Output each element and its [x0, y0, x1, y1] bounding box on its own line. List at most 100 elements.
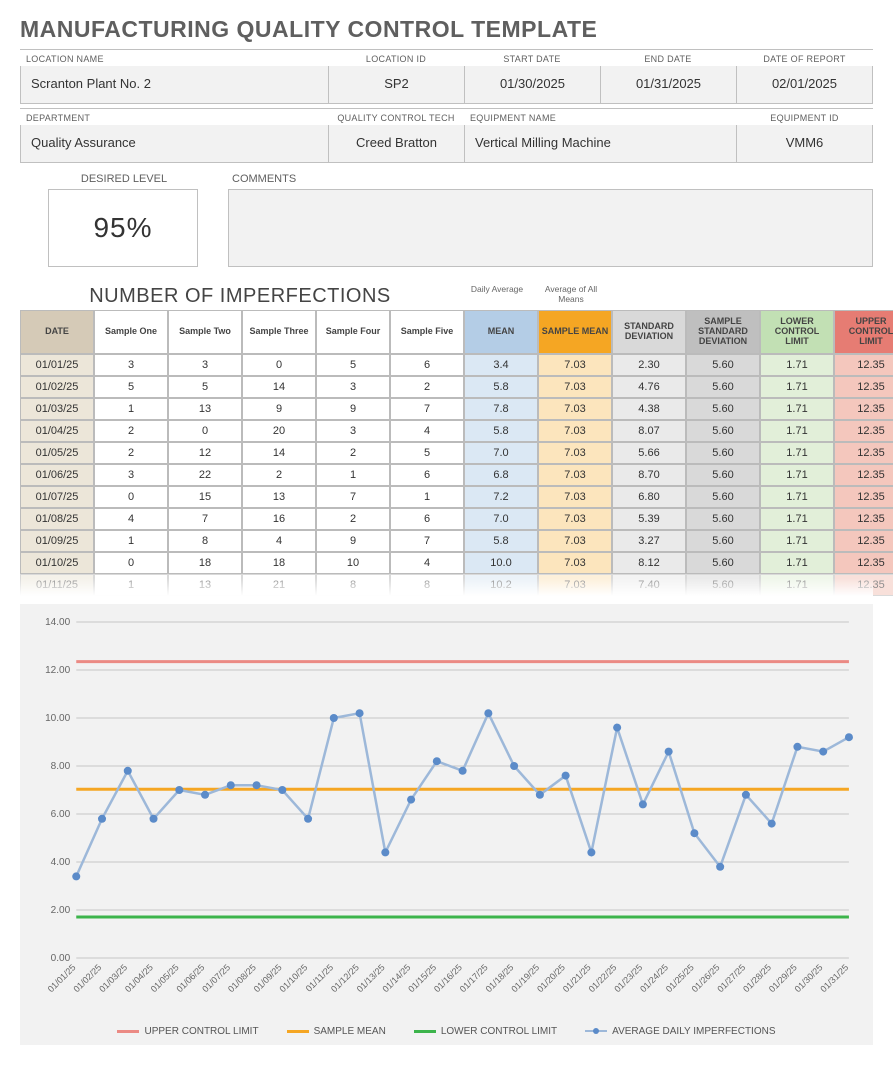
legend-sample-mean: SAMPLE MEAN	[287, 1026, 386, 1037]
svg-text:12.00: 12.00	[45, 665, 71, 676]
cell: 12	[168, 442, 242, 464]
value-location-id: SP2	[328, 66, 464, 104]
cell: 0	[94, 552, 168, 574]
cell: 7.03	[538, 420, 612, 442]
control-chart-box: 0.002.004.006.008.0010.0012.0014.0001/01…	[20, 604, 873, 1045]
desired-comments-row: DESIRED LEVEL 95% COMMENTS	[20, 171, 873, 267]
svg-text:4.00: 4.00	[51, 857, 71, 868]
comments-field[interactable]	[228, 189, 873, 267]
th-sample5: Sample Five	[390, 310, 464, 354]
cell: 01/11/25	[20, 574, 94, 596]
value-qc-tech: Creed Bratton	[328, 125, 464, 163]
cell: 12.35	[834, 464, 893, 486]
cell: 1	[94, 574, 168, 596]
section-title-imperfections: NUMBER OF IMPERFECTIONS	[20, 285, 460, 308]
table-row: 01/07/2501513717.27.036.805.601.7112.35	[20, 486, 893, 508]
cell: 12.35	[834, 486, 893, 508]
table-row: 01/01/25330563.47.032.305.601.7112.35	[20, 354, 893, 376]
cell: 7.03	[538, 574, 612, 596]
th-date: DATE	[20, 310, 94, 354]
table-row: 01/02/255514325.87.034.765.601.7112.35	[20, 376, 893, 398]
chart-legend: UPPER CONTROL LIMIT SAMPLE MEAN LOWER CO…	[34, 1016, 859, 1037]
table-row: 01/03/251139977.87.034.385.601.7112.35	[20, 398, 893, 420]
th-sample1: Sample One	[94, 310, 168, 354]
cell: 7.03	[538, 508, 612, 530]
cell: 5.8	[464, 420, 538, 442]
cell: 7.03	[538, 486, 612, 508]
th-sample4: Sample Four	[316, 310, 390, 354]
cell: 4	[390, 552, 464, 574]
cell: 01/10/25	[20, 552, 94, 574]
cell: 4.76	[612, 376, 686, 398]
cell: 5.66	[612, 442, 686, 464]
cell: 2	[316, 508, 390, 530]
cell: 12.35	[834, 574, 893, 596]
cell: 8.70	[612, 464, 686, 486]
cell: 7.03	[538, 354, 612, 376]
cell: 7.03	[538, 530, 612, 552]
cell: 01/03/25	[20, 398, 94, 420]
cell: 8	[316, 574, 390, 596]
page-title: MANUFACTURING QUALITY CONTROL TEMPLATE	[20, 16, 873, 43]
value-desired-level: 95%	[48, 189, 198, 267]
cell: 4	[390, 420, 464, 442]
cell: 01/04/25	[20, 420, 94, 442]
cell: 4.38	[612, 398, 686, 420]
cell: 4	[94, 508, 168, 530]
label-report-date: DATE OF REPORT	[736, 50, 873, 66]
cell: 01/08/25	[20, 508, 94, 530]
label-department: DEPARTMENT	[20, 109, 328, 125]
cell: 5.60	[686, 486, 760, 508]
label-qc-tech: QUALITY CONTROL TECH	[328, 109, 464, 125]
cell: 5.60	[686, 508, 760, 530]
cell: 2	[390, 376, 464, 398]
cell: 1.71	[760, 552, 834, 574]
cell: 1	[94, 530, 168, 552]
cell: 7.0	[464, 442, 538, 464]
label-location-id: LOCATION ID	[328, 50, 464, 66]
th-sample2: Sample Two	[168, 310, 242, 354]
imperfections-table: DATE Sample One Sample Two Sample Three …	[20, 310, 893, 596]
cell: 3	[94, 464, 168, 486]
svg-text:01/10/25: 01/10/25	[277, 962, 309, 994]
cell: 9	[316, 530, 390, 552]
cell: 9	[242, 398, 316, 420]
th-lcl: LOWER CONTROL LIMIT	[760, 310, 834, 354]
table-row: 01/04/252020345.87.038.075.601.7112.35	[20, 420, 893, 442]
svg-text:0.00: 0.00	[51, 953, 71, 964]
cell: 12.35	[834, 376, 893, 398]
cell: 5.60	[686, 530, 760, 552]
cell: 6	[390, 508, 464, 530]
meta-row-1: LOCATION NAME Scranton Plant No. 2 LOCAT…	[20, 49, 873, 104]
cell: 10	[316, 552, 390, 574]
svg-text:6.00: 6.00	[51, 809, 71, 820]
svg-text:8.00: 8.00	[51, 761, 71, 772]
cell: 14	[242, 442, 316, 464]
value-start-date: 01/30/2025	[464, 66, 600, 104]
cell: 3.27	[612, 530, 686, 552]
cell: 01/01/25	[20, 354, 94, 376]
cell: 5.8	[464, 530, 538, 552]
caption-daily-average: Daily Average	[460, 284, 534, 304]
cell: 20	[242, 420, 316, 442]
imperfections-table-wrap: Daily Average Average of All Means DATE …	[20, 310, 873, 596]
cell: 7.03	[538, 442, 612, 464]
meta-row-2: DEPARTMENT Quality Assurance QUALITY CON…	[20, 108, 873, 163]
cell: 2	[242, 464, 316, 486]
svg-text:14.00: 14.00	[45, 617, 71, 628]
label-location-name: LOCATION NAME	[20, 50, 328, 66]
th-ucl: UPPER CONTROL LIMIT	[834, 310, 893, 354]
table-row: 01/06/253222166.87.038.705.601.7112.35	[20, 464, 893, 486]
cell: 1.71	[760, 530, 834, 552]
cell: 6	[390, 464, 464, 486]
th-sample3: Sample Three	[242, 310, 316, 354]
cell: 14	[242, 376, 316, 398]
cell: 1.71	[760, 420, 834, 442]
th-mean: MEAN	[464, 310, 538, 354]
th-sample-mean: SAMPLE MEAN	[538, 310, 612, 354]
label-comments: COMMENTS	[228, 171, 873, 189]
cell: 1	[94, 398, 168, 420]
cell: 16	[242, 508, 316, 530]
cell: 2	[316, 442, 390, 464]
legend-ucl: UPPER CONTROL LIMIT	[117, 1026, 258, 1037]
